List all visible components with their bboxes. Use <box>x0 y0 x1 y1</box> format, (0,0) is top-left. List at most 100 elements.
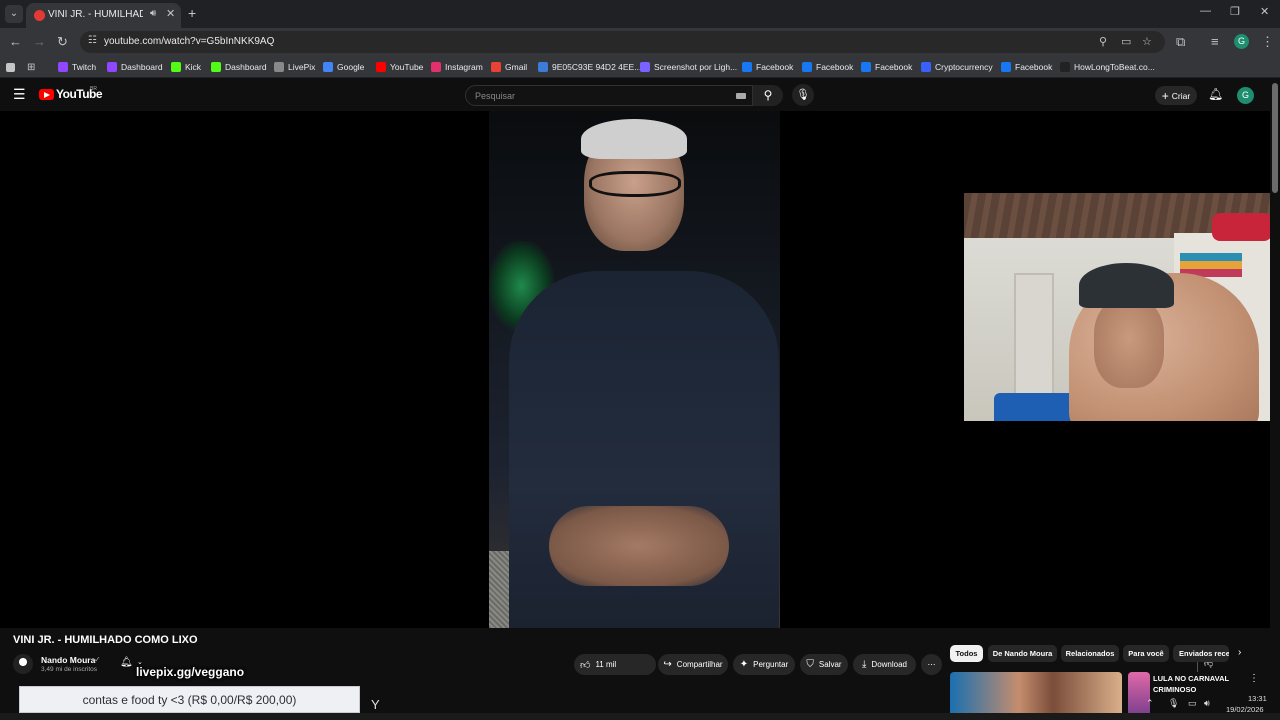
back-arrow-icon[interactable]: ← <box>9 34 22 49</box>
country-code: BR <box>90 86 97 92</box>
address-bar[interactable]: ☷ youtube.com/watch?v=G5bInNKK9AQ ⚲ ▭ ☆ <box>80 31 1165 53</box>
chip-de-nando-moura[interactable]: De Nando Moura <box>988 645 1057 662</box>
bookmark-youtube[interactable]: YouTube <box>376 60 423 74</box>
chevron-right-icon[interactable]: › <box>1238 647 1241 658</box>
download-label: Download <box>871 660 907 669</box>
url-text[interactable]: youtube.com/watch?v=G5bInNKK9AQ <box>104 36 274 47</box>
bookmark-facebook[interactable]: Facebook <box>742 60 793 74</box>
download-button[interactable]: ⤓ Download <box>853 654 916 675</box>
browser-menu-icon[interactable]: ⋮ <box>1261 34 1274 50</box>
tray-microphone-icon[interactable]: 🎙︎ <box>1168 698 1179 709</box>
chip-relacionados[interactable]: Relacionados <box>1061 645 1119 662</box>
bookmark-label: Facebook <box>1015 62 1053 72</box>
webcam-door <box>1014 273 1054 413</box>
verified-check-icon: ✓ <box>94 655 101 664</box>
recommended-video-title[interactable]: LULA NO CARNAVAL CRIMINOSO <box>1153 673 1243 695</box>
browser-profile-avatar[interactable]: G <box>1234 34 1249 49</box>
browser-tab-active[interactable]: VINI JR. - HUMILHADO COMO LIXO - YouTube… <box>26 3 181 28</box>
bookmark-facebook[interactable]: Facebook <box>861 60 912 74</box>
bookmark-screenshot-por-ligh[interactable]: Screenshot por Ligh... <box>640 60 737 74</box>
recommended-menu-icon[interactable]: ⋮ <box>1249 673 1259 684</box>
search-button[interactable]: ⚲ <box>753 85 783 106</box>
video-person-hair <box>581 119 687 159</box>
crypto-icon <box>921 62 931 72</box>
media-control-icon[interactable]: ≡ <box>1211 34 1219 49</box>
share-icon: ↪ <box>663 659 672 670</box>
donation-goal-box: contas e food ty <3 (R$ 0,00/R$ 200,00) <box>19 686 360 713</box>
ask-button[interactable]: ✦ Perguntar <box>733 654 795 675</box>
subscription-bell-icon[interactable]: 🔔︎ <box>120 657 133 668</box>
bookmark-dashboard[interactable]: Dashboard <box>211 60 267 74</box>
youtube-logo-icon[interactable] <box>39 89 54 100</box>
share-button[interactable]: ↪ Compartilhar <box>658 654 728 675</box>
forward-arrow-icon[interactable]: → <box>33 34 46 49</box>
minimize-icon[interactable]: — <box>1200 5 1211 17</box>
extensions-icon[interactable]: ⧉ <box>1176 34 1185 50</box>
tray-network-icon[interactable]: ▭ <box>1188 698 1197 709</box>
bookmark-livepix[interactable]: LivePix <box>274 60 315 74</box>
bookmark-gmail[interactable]: Gmail <box>491 60 527 74</box>
tab-search-chevron-icon[interactable]: ⌄ <box>5 5 23 23</box>
webcam-red-bag <box>1212 213 1270 241</box>
channel-avatar[interactable] <box>13 654 33 674</box>
video-frame <box>489 111 780 628</box>
video-person-glasses <box>589 171 681 197</box>
chip-enviados-recentemente[interactable]: Enviados rece <box>1173 645 1229 662</box>
site-info-icon[interactable]: ☷ <box>88 35 97 46</box>
bookmark-kick[interactable]: Kick <box>171 60 201 74</box>
like-dislike-button[interactable]: 👍︎ 11 mil 👎︎ <box>574 654 1213 675</box>
chip-todos[interactable]: Todos <box>950 645 983 662</box>
apps-grid-icon[interactable]: ⊞ <box>27 60 35 74</box>
browser-tab-strip: ⌄ VINI JR. - HUMILHADO COMO LIXO - YouTu… <box>0 0 1280 28</box>
cast-icon[interactable]: ▭ <box>1121 35 1131 48</box>
bookmark-twitch[interactable]: Twitch <box>58 60 96 74</box>
webcam-person-cap <box>1079 263 1174 308</box>
tray-volume-icon[interactable]: 🔊︎ <box>1204 698 1210 709</box>
create-label: Criar <box>1171 90 1191 101</box>
clock-date[interactable]: 19/02/2026 <box>1226 705 1264 714</box>
save-button[interactable]: ⛉ Salvar <box>800 654 848 675</box>
bookmark-instagram[interactable]: Instagram <box>431 60 483 74</box>
bookmark-facebook[interactable]: Facebook <box>1001 60 1052 74</box>
bookmark-label: Facebook <box>756 62 794 72</box>
youtube-header: ☰ YouTube BR Pesquisar ⚲ 🎙︎ + Criar 🔔︎ G <box>0 79 1280 111</box>
bookmark-label: 9E05C93E 94D2 4EE... <box>552 62 642 72</box>
bookmark-google[interactable]: Google <box>323 60 364 74</box>
bookmark-facebook[interactable]: Facebook <box>802 60 853 74</box>
tray-chevron-up-icon[interactable]: ⌃ <box>1146 698 1154 709</box>
keyboard-icon[interactable] <box>736 93 746 99</box>
bookmark-star-icon[interactable]: ☆ <box>1142 35 1152 48</box>
more-actions-button[interactable]: ⋯ <box>921 654 942 675</box>
thumbs-up-icon[interactable]: 👍︎ <box>580 659 590 671</box>
chip-para-voce[interactable]: Para você <box>1123 645 1169 662</box>
notifications-bell-icon[interactable]: 🔔︎ <box>1208 87 1223 101</box>
bookmark-dashboard[interactable]: Dashboard <box>107 60 163 74</box>
search-input[interactable]: Pesquisar <box>465 85 753 106</box>
close-window-icon[interactable]: ✕ <box>1260 5 1269 18</box>
apps-square-icon[interactable] <box>6 60 15 74</box>
more-horizontal-icon: ⋯ <box>927 660 936 669</box>
bookmark-label: Google <box>337 62 365 72</box>
hamburger-menu-icon[interactable]: ☰ <box>13 86 26 103</box>
create-button[interactable]: + Criar <box>1155 86 1197 105</box>
bookmark-howlongtobeat-co[interactable]: HowLongToBeat.co... <box>1060 60 1155 74</box>
page-scrollbar[interactable] <box>1272 83 1278 193</box>
close-tab-icon[interactable]: ✕ <box>166 7 175 20</box>
reload-icon[interactable]: ↻ <box>57 34 68 50</box>
voice-search-button[interactable]: 🎙︎ <box>792 84 814 106</box>
new-tab-icon[interactable]: + <box>188 5 196 21</box>
video-player[interactable] <box>0 111 1270 628</box>
speaker-icon[interactable]: 🔊︎ <box>150 8 156 19</box>
channel-name[interactable]: Nando Moura <box>41 655 95 665</box>
download-icon: ⤓ <box>862 659 867 670</box>
bookmark-cryptocurrency[interactable]: Cryptocurrency <box>921 60 993 74</box>
restore-icon[interactable]: ❐ <box>1230 5 1240 18</box>
gmail-icon <box>491 62 501 72</box>
clock-time[interactable]: 13:31 <box>1248 694 1267 703</box>
zoom-icon[interactable]: ⚲ <box>1099 35 1107 48</box>
like-count: 11 mil <box>595 660 617 669</box>
bookmarks-bar: ⊞ Twitch Dashboard Kick Dashboard LivePix Goo… <box>0 56 1280 78</box>
youtube-account-avatar[interactable]: G <box>1237 87 1254 104</box>
bookmark-label: Facebook <box>875 62 913 72</box>
bookmark-9e05c93e-94d2-4ee[interactable]: 9E05C93E 94D2 4EE... <box>538 60 641 74</box>
